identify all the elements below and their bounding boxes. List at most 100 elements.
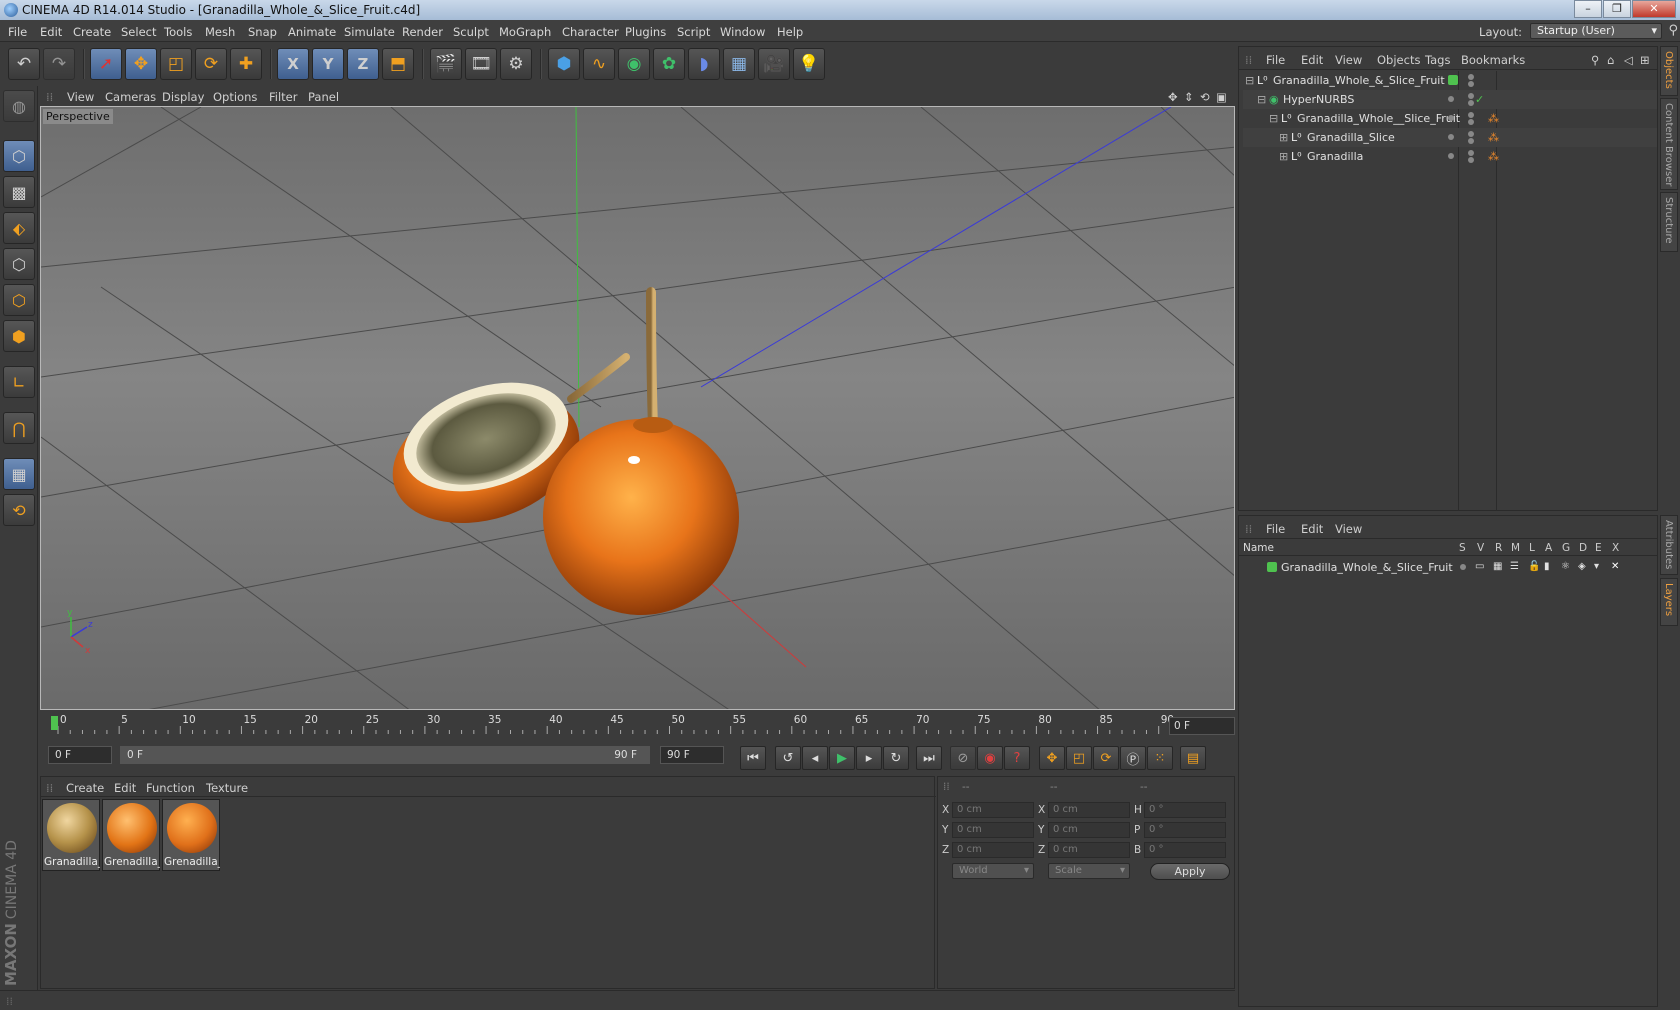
- timeline-window-icon[interactable]: ▤: [1180, 746, 1206, 770]
- z-axis-icon[interactable]: Z: [347, 48, 379, 80]
- search-icon[interactable]: ⚲: [1668, 23, 1678, 38]
- render-dot[interactable]: [1468, 100, 1474, 106]
- position-z-field[interactable]: 0 cm: [952, 842, 1034, 858]
- visibility-dot[interactable]: [1468, 74, 1474, 80]
- layer-manager-icon[interactable]: ☰: [1510, 561, 1519, 572]
- texture-tag-icon[interactable]: ⁂: [1488, 112, 1499, 125]
- layer-row[interactable]: Granadilla_Whole_&_Slice_Fruit ▭ ▦ ☰ 🔓 ▮…: [1243, 558, 1657, 577]
- layout-dropdown[interactable]: Startup (User) ▾: [1530, 23, 1662, 39]
- menu-window[interactable]: Window: [720, 25, 765, 39]
- grid-snap-icon[interactable]: ⟲: [3, 494, 35, 526]
- render-view-icon[interactable]: 🎬: [430, 48, 462, 80]
- menu-script[interactable]: Script: [677, 25, 710, 39]
- render-dot[interactable]: [1468, 157, 1474, 163]
- viewport-rotate-icon[interactable]: ⟲: [1200, 90, 1210, 104]
- expand-icon[interactable]: ⊟: [1269, 112, 1278, 125]
- new-panel-icon[interactable]: ⊞: [1640, 53, 1650, 67]
- material-item[interactable]: Grenadilla_: [102, 799, 160, 871]
- record-icon[interactable]: ◉: [977, 746, 1003, 770]
- material-item[interactable]: Granadilla_: [42, 799, 100, 871]
- objects-menu-tags[interactable]: Tags: [1425, 53, 1450, 67]
- undo-icon[interactable]: ↶: [8, 48, 40, 80]
- key-rotation-icon[interactable]: ⟳: [1093, 746, 1119, 770]
- layer-col-render[interactable]: R: [1495, 542, 1502, 554]
- maximize-button[interactable]: ❐: [1603, 0, 1631, 18]
- menu-simulate[interactable]: Simulate: [344, 25, 395, 39]
- visibility-dot[interactable]: [1468, 93, 1474, 99]
- material-menu-edit[interactable]: Edit: [114, 781, 136, 795]
- expand-icon[interactable]: ⊟: [1245, 74, 1254, 87]
- add-icon[interactable]: ✚: [230, 48, 262, 80]
- layer-lock-icon[interactable]: 🔓: [1528, 561, 1540, 572]
- menu-edit[interactable]: Edit: [40, 25, 62, 39]
- viewport-menu-view[interactable]: View: [67, 90, 94, 104]
- rotate-icon[interactable]: ⟳: [195, 48, 227, 80]
- key-parameter-icon[interactable]: Ⓟ: [1120, 746, 1146, 770]
- texture-mode-icon[interactable]: ▩: [3, 176, 35, 208]
- viewport-maximize-icon[interactable]: ▣: [1216, 90, 1227, 104]
- expand-icon[interactable]: ⊞: [1279, 150, 1288, 163]
- objects-menu-bookmarks[interactable]: Bookmarks: [1461, 53, 1525, 67]
- material-menu-texture[interactable]: Texture: [206, 781, 248, 795]
- layer-render-icon[interactable]: ▦: [1493, 561, 1502, 572]
- objects-menu-edit[interactable]: Edit: [1301, 53, 1323, 67]
- timeline-ruler[interactable]: 0 5 10 15 20 25 30 35 40 45 50 55 60 65 70 75 80 85 90 0 F: [40, 712, 1235, 742]
- material-menu-create[interactable]: Create: [66, 781, 104, 795]
- nurbs-icon[interactable]: ◉: [618, 48, 650, 80]
- previous-key-icon[interactable]: ↺: [775, 746, 801, 770]
- size-y-field[interactable]: 0 cm: [1048, 822, 1130, 838]
- light-icon[interactable]: 💡: [793, 48, 825, 80]
- scale-icon[interactable]: ◰: [160, 48, 192, 80]
- x-axis-icon[interactable]: X: [277, 48, 309, 80]
- object-row[interactable]: ⊟ L⁰ Granadilla_Whole__Slice_Fruit ⁂: [1243, 109, 1657, 128]
- expand-icon[interactable]: ⊟: [1257, 93, 1266, 106]
- apply-button[interactable]: Apply: [1150, 863, 1230, 880]
- layer-col-animation[interactable]: A: [1545, 542, 1552, 554]
- points-mode-icon[interactable]: ⬡: [3, 248, 35, 280]
- menu-animate[interactable]: Animate: [288, 25, 336, 39]
- objects-menu-file[interactable]: File: [1266, 53, 1285, 67]
- coordinate-space-dropdown[interactable]: World ▾: [952, 863, 1034, 879]
- object-row[interactable]: ⊞ L⁰ Granadilla ⁂: [1243, 147, 1657, 166]
- material-item[interactable]: Grenadilla_: [162, 799, 220, 871]
- texture-tag-icon[interactable]: ⁂: [1488, 131, 1499, 144]
- layer-xref-icon[interactable]: ✕: [1611, 561, 1619, 572]
- 3d-viewport[interactable]: y z x Perspective: [40, 106, 1235, 710]
- layers-menu-file[interactable]: File: [1266, 522, 1285, 536]
- layers-menu-edit[interactable]: Edit: [1301, 522, 1323, 536]
- play-icon[interactable]: ▶: [829, 746, 855, 770]
- frame-range-slider[interactable]: 0 F 90 F: [120, 746, 650, 764]
- deformer-icon[interactable]: ◗: [688, 48, 720, 80]
- render-dot[interactable]: [1468, 81, 1474, 87]
- transform-mode-dropdown[interactable]: Scale ▾: [1048, 863, 1130, 879]
- enabled-check-icon[interactable]: ✓: [1475, 93, 1484, 106]
- layer-col-locked[interactable]: L: [1529, 542, 1535, 554]
- viewport-menu-display[interactable]: Display: [162, 90, 204, 104]
- edges-mode-icon[interactable]: ⬡: [3, 284, 35, 316]
- layer-color-swatch[interactable]: [1267, 562, 1277, 572]
- render-settings-icon[interactable]: ⚙: [500, 48, 532, 80]
- viewport-move-icon[interactable]: ✥: [1168, 90, 1178, 104]
- viewport-menu-options[interactable]: Options: [213, 90, 257, 104]
- layer-col-deformers[interactable]: D: [1579, 542, 1587, 554]
- layer-col-view[interactable]: V: [1477, 542, 1484, 554]
- navigate-back-icon[interactable]: ◁: [1624, 53, 1633, 67]
- objects-menu-view[interactable]: View: [1335, 53, 1362, 67]
- tab-structure[interactable]: Structure: [1660, 192, 1678, 252]
- tab-content-browser[interactable]: Content Browser: [1660, 98, 1678, 190]
- menu-mograph[interactable]: MoGraph: [499, 25, 551, 39]
- layer-expressions-icon[interactable]: ▾: [1594, 561, 1599, 572]
- rotation-b-field[interactable]: 0 °: [1144, 842, 1226, 858]
- polygons-mode-icon[interactable]: ⬢: [3, 320, 35, 352]
- visibility-dot[interactable]: [1448, 96, 1454, 102]
- position-y-field[interactable]: 0 cm: [952, 822, 1034, 838]
- layers-menu-view[interactable]: View: [1335, 522, 1362, 536]
- end-frame-field[interactable]: 90 F: [660, 746, 724, 764]
- camera-icon[interactable]: 🎥: [758, 48, 790, 80]
- key-pla-icon[interactable]: ⁙: [1147, 746, 1173, 770]
- visibility-dot[interactable]: [1468, 150, 1474, 156]
- y-axis-icon[interactable]: Y: [312, 48, 344, 80]
- layer-view-icon[interactable]: ▭: [1475, 561, 1484, 572]
- layer-col-generators[interactable]: G: [1562, 542, 1570, 554]
- model-mode-icon[interactable]: ⬡: [3, 140, 35, 172]
